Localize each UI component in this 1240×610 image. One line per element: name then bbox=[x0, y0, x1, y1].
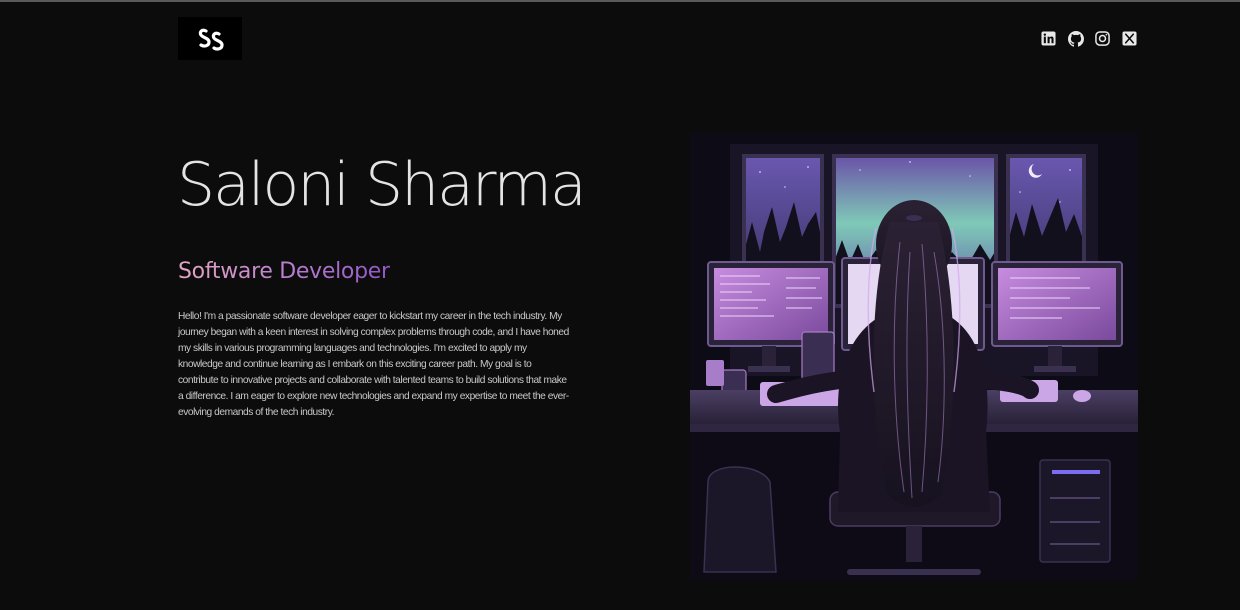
social-links bbox=[1040, 30, 1138, 47]
ss-monogram-icon bbox=[198, 28, 224, 51]
portfolio-page: Saloni Sharma Software Developer Hello! … bbox=[0, 0, 1240, 610]
github-icon[interactable] bbox=[1067, 30, 1084, 47]
hero-name: Saloni Sharma bbox=[177, 150, 587, 220]
x-icon[interactable] bbox=[1121, 30, 1138, 47]
developer-at-desk-illustration bbox=[690, 132, 1138, 580]
hero-bio: Hello! I'm a passionate software develop… bbox=[178, 311, 569, 418]
linkedin-icon[interactable] bbox=[1040, 30, 1057, 47]
hero-role: Software Developer bbox=[178, 259, 390, 284]
ss-logo[interactable] bbox=[178, 17, 242, 60]
instagram-icon[interactable] bbox=[1094, 30, 1111, 47]
